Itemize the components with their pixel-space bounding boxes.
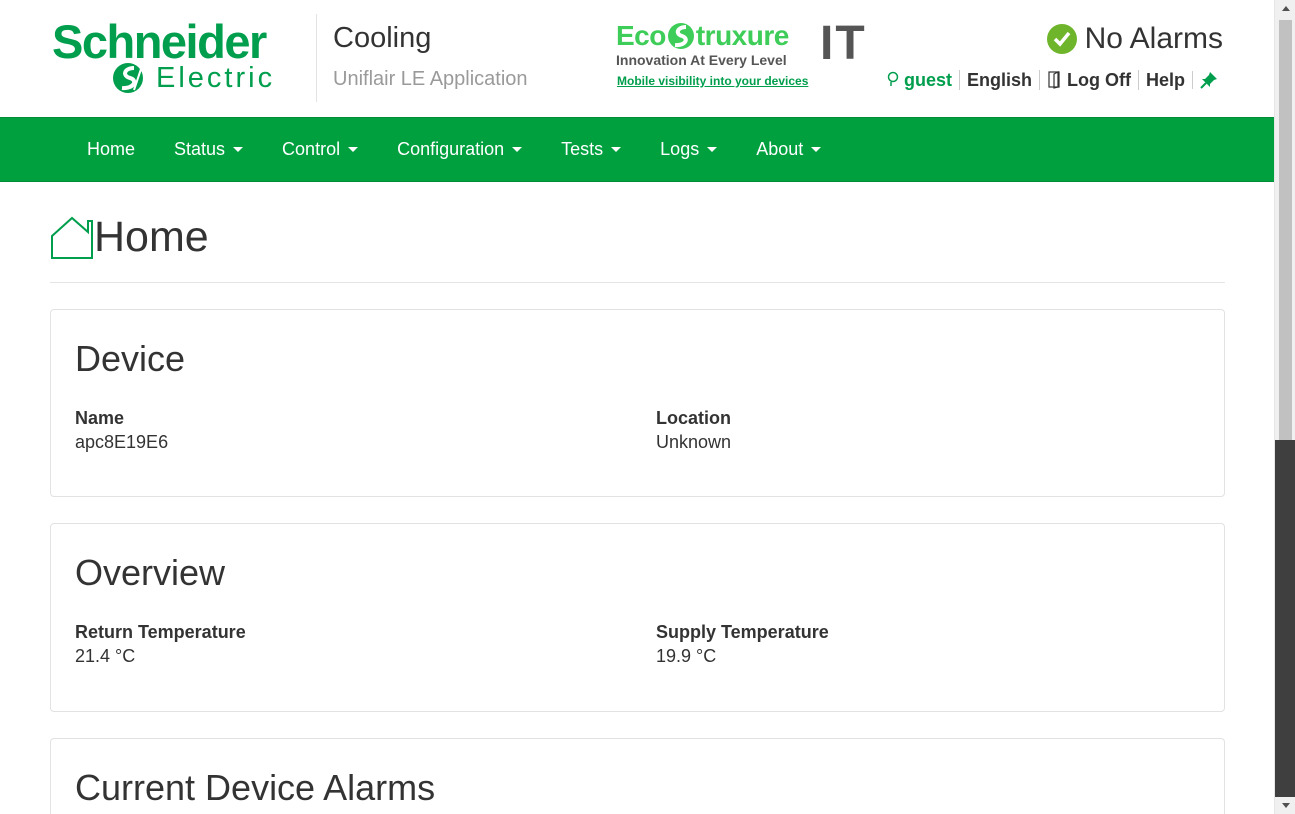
logoff-icon xyxy=(1048,71,1060,89)
return-temp-value: 21.4 °C xyxy=(75,646,136,666)
arrow-down-icon xyxy=(1281,803,1290,808)
pin-button[interactable] xyxy=(1192,71,1218,89)
alarm-status-label: No Alarms xyxy=(1084,22,1223,55)
ecostruxure-mark-icon xyxy=(667,23,694,49)
caret-down-icon xyxy=(707,147,718,152)
device-name-value: apc8E19E6 xyxy=(75,432,169,452)
nav-status-label: Status xyxy=(174,139,226,159)
scroll-track[interactable] xyxy=(1275,440,1295,797)
language-label: English xyxy=(966,70,1032,90)
return-temp-label: Return Temperature xyxy=(75,622,246,642)
heading-divider xyxy=(50,282,1225,283)
device-panel: Device Name apc8E19E6 Location Unknown xyxy=(50,309,1225,497)
mobile-visibility-link[interactable]: Mobile visibility into your devices xyxy=(617,74,808,88)
device-name-field: Name apc8E19E6 xyxy=(75,406,168,454)
arrow-up-icon xyxy=(1281,6,1290,11)
alarms-heading: Current Device Alarms xyxy=(75,767,436,808)
overview-panel: Overview Return Temperature 21.4 °C Supp… xyxy=(50,523,1225,712)
nav-configuration-label: Configuration xyxy=(397,139,505,159)
nav-control[interactable]: Control xyxy=(268,118,372,181)
header: Schneider Electric Cooling Uniflair LE A… xyxy=(0,0,1274,117)
scroll-thumb[interactable] xyxy=(1279,20,1292,440)
supply-temp-field: Supply Temperature 19.9 °C xyxy=(656,620,829,668)
help-link[interactable]: Help xyxy=(1137,70,1192,90)
scroll-down-button[interactable] xyxy=(1275,797,1295,814)
nav-home-label: Home xyxy=(87,139,136,159)
device-heading: Device xyxy=(75,338,186,379)
scroll-up-button[interactable] xyxy=(1275,0,1295,17)
schneider-logo[interactable]: Schneider Electric xyxy=(52,16,302,96)
device-location-value: Unknown xyxy=(656,432,732,452)
nav-logs-label: Logs xyxy=(660,139,700,159)
eco-tagline: Innovation At Every Level xyxy=(616,52,787,68)
help-label: Help xyxy=(1145,70,1185,90)
caret-down-icon xyxy=(512,147,523,152)
nav-tests-label: Tests xyxy=(561,139,604,159)
caret-down-icon xyxy=(233,147,244,152)
caret-down-icon xyxy=(348,147,359,152)
nav-home[interactable]: Home xyxy=(73,118,149,181)
pin-icon xyxy=(1200,72,1217,89)
app-title: Cooling xyxy=(333,22,432,54)
eco-brand-b: truxure xyxy=(695,20,789,51)
caret-down-icon xyxy=(811,147,822,152)
eco-brand-a: Eco xyxy=(616,20,666,51)
return-temp-field: Return Temperature 21.4 °C xyxy=(75,620,246,668)
vertical-scrollbar[interactable] xyxy=(1274,0,1295,814)
nav-about[interactable]: About xyxy=(742,118,835,181)
main-navbar: Home Status Control Configuration Tests … xyxy=(0,117,1274,182)
nav-tests[interactable]: Tests xyxy=(547,118,635,181)
user-bar: guest English Log Off Help xyxy=(879,70,1218,90)
eco-it: IT xyxy=(820,17,867,70)
user-name: guest xyxy=(903,70,952,90)
logoff-label: Log Off xyxy=(1067,70,1131,90)
user-menu[interactable]: guest xyxy=(879,70,959,90)
alarm-status[interactable]: No Alarms xyxy=(1046,22,1223,56)
supply-temp-label: Supply Temperature xyxy=(656,622,829,642)
header-divider xyxy=(316,14,317,102)
logoff-link[interactable]: Log Off xyxy=(1039,70,1138,90)
logo-line2: Electric xyxy=(156,62,276,94)
home-icon xyxy=(51,216,93,259)
page-heading: Home xyxy=(50,212,209,262)
eco-brand: Eco truxure xyxy=(616,18,789,54)
check-circle-icon xyxy=(1046,24,1077,54)
logo-line1: Schneider xyxy=(52,15,267,68)
schneider-mark-icon xyxy=(113,63,143,93)
app-subtitle: Uniflair LE Application xyxy=(333,68,528,90)
page-title: Home xyxy=(94,213,209,261)
nav-status[interactable]: Status xyxy=(160,118,257,181)
caret-down-icon xyxy=(611,147,622,152)
nav-about-label: About xyxy=(756,139,804,159)
device-location-field: Location Unknown xyxy=(656,406,731,454)
supply-temp-value: 19.9 °C xyxy=(656,646,717,666)
device-location-label: Location xyxy=(656,408,731,428)
nav-configuration[interactable]: Configuration xyxy=(383,118,536,181)
overview-heading: Overview xyxy=(75,552,226,593)
user-icon xyxy=(887,71,899,86)
device-name-label: Name xyxy=(75,408,125,428)
nav-control-label: Control xyxy=(282,139,341,159)
nav-logs[interactable]: Logs xyxy=(646,118,731,181)
alarms-panel: Current Device Alarms xyxy=(50,738,1225,814)
ecostruxure-logo: Eco truxure Innovation At Every Level IT … xyxy=(616,17,876,98)
language-menu[interactable]: English xyxy=(958,70,1039,90)
